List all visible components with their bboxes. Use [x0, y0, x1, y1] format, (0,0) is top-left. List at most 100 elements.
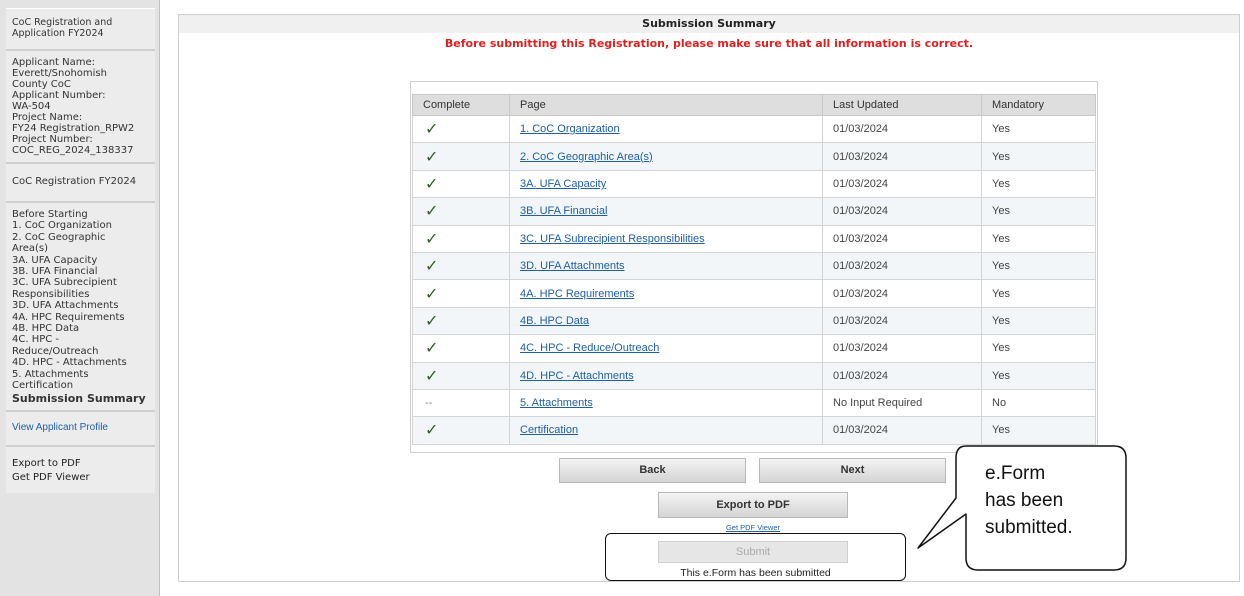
- applicant-name: Everett/Snohomish: [12, 68, 107, 79]
- sidebar-item-hpc-attachments[interactable]: 4D. HPC - Attachments: [12, 357, 149, 368]
- registration-label-text: CoC Registration FY2024: [12, 176, 137, 187]
- page-link[interactable]: 1. CoC Organization: [520, 123, 620, 135]
- page-cell: 4B. HPC Data: [509, 306, 823, 336]
- mandatory-cell: Yes: [981, 224, 1096, 253]
- table-row: ✓ 3B. UFA Financial 01/03/2024 Yes: [412, 197, 1096, 226]
- applicant-number-label: Applicant Number:: [12, 90, 106, 101]
- page-link[interactable]: Certification: [520, 424, 578, 436]
- export-section: Export to PDF Get PDF Viewer: [6, 446, 155, 493]
- page-link[interactable]: 4C. HPC - Reduce/Outreach: [520, 342, 659, 354]
- incomplete-dash: --: [412, 388, 510, 418]
- sidebar: CoC Registration and Application FY2024 …: [0, 0, 160, 596]
- mandatory-cell: Yes: [981, 279, 1096, 308]
- check-icon: ✓: [412, 197, 510, 226]
- sidebar-item-ufa-financial[interactable]: 3B. UFA Financial: [12, 266, 149, 277]
- check-icon: ✓: [412, 279, 510, 308]
- check-icon: ✓: [412, 306, 510, 336]
- sidebar-panel: CoC Registration and Application FY2024 …: [6, 8, 155, 493]
- last-updated-cell: 01/03/2024: [822, 334, 982, 363]
- sidebar-item-certification[interactable]: Certification: [12, 380, 149, 391]
- mandatory-cell: Yes: [981, 142, 1096, 171]
- last-updated-cell: 01/03/2024: [822, 169, 982, 199]
- back-button[interactable]: Back: [559, 458, 746, 483]
- check-icon: ✓: [412, 251, 510, 281]
- page-cell: 4D. HPC - Attachments: [509, 361, 823, 390]
- table-row: ✓ 4A. HPC Requirements 01/03/2024 Yes: [412, 279, 1096, 308]
- export-pdf-button[interactable]: Export to PDF: [658, 492, 848, 518]
- callout-line: has been: [985, 490, 1064, 511]
- mandatory-cell: Yes: [981, 334, 1096, 363]
- mandatory-cell: Yes: [981, 114, 1096, 144]
- column-header-page: Page: [509, 94, 823, 116]
- sidebar-item-hpc-data[interactable]: 4B. HPC Data: [12, 323, 149, 334]
- sidebar-item-attachments[interactable]: 5. Attachments: [12, 369, 149, 380]
- sidebar-item-ufa-subrecipient[interactable]: 3C. UFA Subrecipient: [12, 277, 149, 288]
- column-header-mandatory: Mandatory: [981, 94, 1096, 116]
- mandatory-cell: No: [981, 388, 1096, 418]
- applicant-info: Applicant Name: Everett/Snohomish County…: [6, 51, 155, 164]
- registration-label: CoC Registration FY2024: [6, 164, 155, 203]
- page-link[interactable]: 3D. UFA Attachments: [520, 260, 625, 272]
- page-link[interactable]: 4A. HPC Requirements: [520, 288, 634, 300]
- check-icon: ✓: [412, 142, 510, 171]
- sidebar-item-geographic-area[interactable]: Area(s): [12, 243, 149, 254]
- last-updated-cell: 01/03/2024: [822, 279, 982, 308]
- sidebar-item-hpc-requirements[interactable]: 4A. HPC Requirements: [12, 312, 149, 323]
- page-link[interactable]: 4B. HPC Data: [520, 315, 589, 327]
- sidebar-item-geographic-area[interactable]: 2. CoC Geographic: [12, 232, 149, 243]
- project-number-label: Project Number:: [12, 134, 93, 145]
- app-title-line: Application FY2024: [12, 28, 104, 39]
- check-icon: ✓: [412, 361, 510, 390]
- page-cell: 1. CoC Organization: [509, 114, 823, 144]
- sidebar-item-ufa-attachments[interactable]: 3D. UFA Attachments: [12, 300, 149, 311]
- page-cell: 4C. HPC - Reduce/Outreach: [509, 334, 823, 363]
- page-link[interactable]: 2. CoC Geographic Area(s): [520, 151, 653, 163]
- column-header-last-updated: Last Updated: [822, 94, 982, 116]
- sidebar-item-hpc-reduce[interactable]: 4C. HPC -: [12, 334, 149, 345]
- page-link[interactable]: 3B. UFA Financial: [520, 205, 607, 217]
- warning-message: Before submitting this Registration, ple…: [444, 37, 974, 50]
- check-icon: ✓: [412, 416, 510, 445]
- table-row: ✓ 4C. HPC - Reduce/Outreach 01/03/2024 Y…: [412, 334, 1096, 363]
- page-cell: 2. CoC Geographic Area(s): [509, 142, 823, 171]
- sidebar-item-ufa-subrecipient[interactable]: Responsibilities: [12, 289, 149, 300]
- applicant-number: WA-504: [12, 101, 51, 112]
- page-link[interactable]: 4D. HPC - Attachments: [520, 370, 634, 382]
- summary-table-container: Complete Page Last Updated Mandatory ✓ 1…: [410, 81, 1098, 453]
- table-row: ✓ 4D. HPC - Attachments 01/03/2024 Yes: [412, 361, 1096, 390]
- sidebar-item-submission-summary[interactable]: Submission Summary: [12, 392, 149, 404]
- check-icon: ✓: [412, 224, 510, 253]
- page-link[interactable]: 5. Attachments: [520, 397, 593, 409]
- applicant-name: County CoC: [12, 79, 71, 90]
- page-link[interactable]: 3A. UFA Capacity: [520, 178, 606, 190]
- page-cell: 3B. UFA Financial: [509, 197, 823, 226]
- sidebar-export-pdf-link[interactable]: Export to PDF: [12, 457, 149, 471]
- mandatory-cell: Yes: [981, 361, 1096, 390]
- callout-line: e.Form: [985, 463, 1046, 484]
- last-updated-cell: No Input Required: [822, 388, 982, 418]
- page-cell: Certification: [509, 416, 823, 445]
- get-pdf-viewer-link[interactable]: Get PDF Viewer: [657, 523, 849, 532]
- callout-text: e.Form has been submitted.: [985, 460, 1073, 541]
- view-applicant-profile-link[interactable]: View Applicant Profile: [12, 422, 108, 433]
- profile-section: View Applicant Profile: [6, 411, 155, 447]
- project-number: COC_REG_2024_138337: [12, 145, 134, 156]
- sidebar-item-coc-organization[interactable]: 1. CoC Organization: [12, 220, 149, 231]
- column-header-complete: Complete: [412, 94, 510, 116]
- mandatory-cell: Yes: [981, 169, 1096, 199]
- sidebar-nav: Before Starting 1. CoC Organization 2. C…: [6, 203, 155, 412]
- table-row: ✓ 3C. UFA Subrecipient Responsibilities …: [412, 224, 1096, 253]
- sidebar-item-hpc-reduce[interactable]: Reduce/Outreach: [12, 346, 149, 357]
- last-updated-cell: 01/03/2024: [822, 114, 982, 144]
- mandatory-cell: Yes: [981, 197, 1096, 226]
- table-row: ✓ 1. CoC Organization 01/03/2024 Yes: [412, 114, 1096, 144]
- table-row: -- 5. Attachments No Input Required No: [412, 388, 1096, 418]
- table-header-row: Complete Page Last Updated Mandatory: [412, 94, 1096, 116]
- page-link[interactable]: 3C. UFA Subrecipient Responsibilities: [520, 233, 705, 245]
- sidebar-item-before-starting[interactable]: Before Starting: [12, 209, 149, 220]
- sidebar-item-ufa-capacity[interactable]: 3A. UFA Capacity: [12, 255, 149, 266]
- check-icon: ✓: [412, 169, 510, 199]
- page-cell: 3C. UFA Subrecipient Responsibilities: [509, 224, 823, 253]
- table-row: ✓ 2. CoC Geographic Area(s) 01/03/2024 Y…: [412, 142, 1096, 171]
- sidebar-get-pdf-viewer-link[interactable]: Get PDF Viewer: [12, 471, 149, 485]
